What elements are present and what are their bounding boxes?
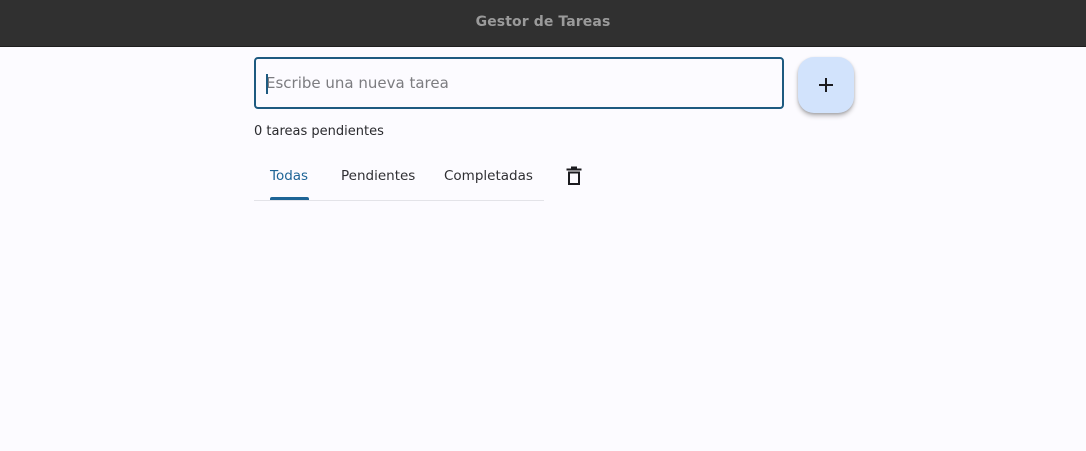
add-task-button[interactable]	[798, 57, 854, 113]
new-task-field[interactable]	[254, 57, 784, 109]
clear-completed-button[interactable]	[559, 161, 589, 191]
tab-completadas[interactable]: Completadas	[444, 152, 533, 200]
pending-counter: 0 tareas pendientes	[254, 124, 384, 139]
trash-icon	[566, 166, 582, 185]
title-bar: Gestor de Tareas	[0, 0, 1086, 47]
tab-todas[interactable]: Todas	[270, 152, 308, 200]
plus-icon	[819, 78, 833, 92]
filter-tabs: Todas Pendientes Completadas	[254, 152, 544, 201]
text-caret	[266, 74, 268, 94]
tab-pendientes[interactable]: Pendientes	[341, 152, 415, 200]
active-tab-indicator	[270, 197, 309, 200]
new-task-input[interactable]	[266, 57, 771, 109]
window-title: Gestor de Tareas	[475, 14, 611, 30]
